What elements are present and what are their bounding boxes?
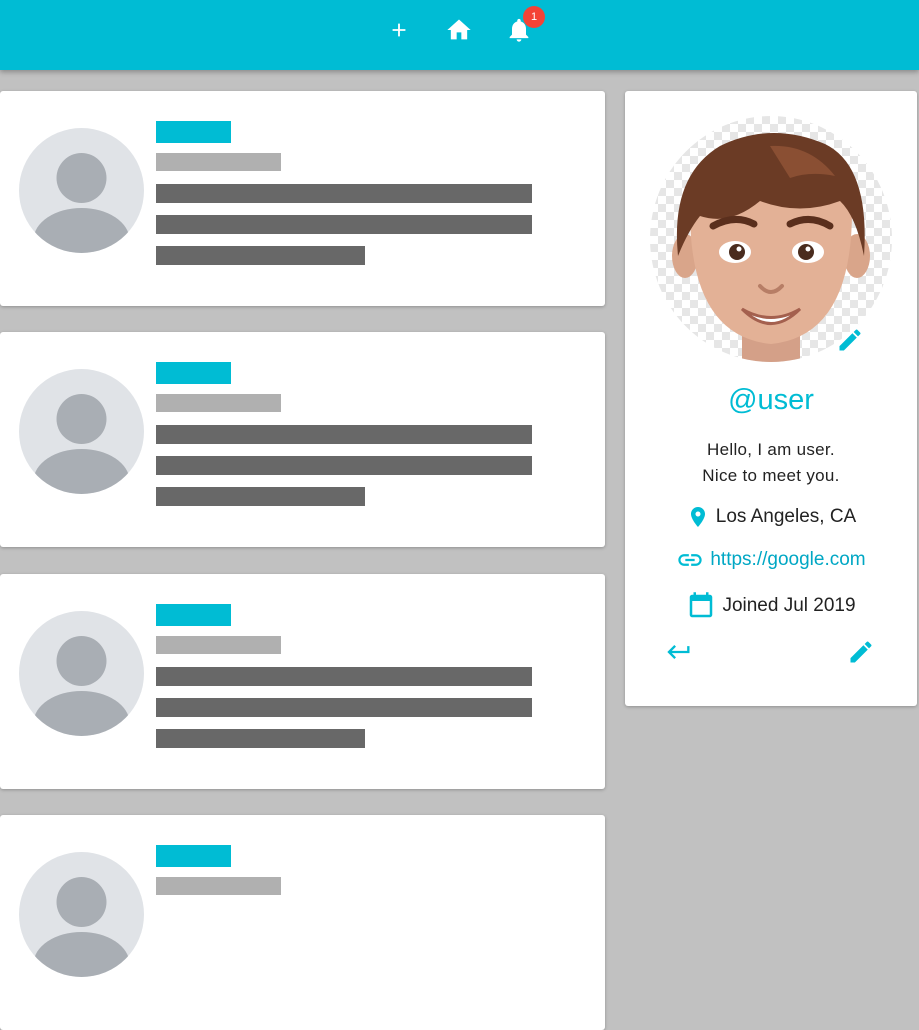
edit-picture-button[interactable] <box>836 326 864 359</box>
skeleton-text-line <box>156 729 365 748</box>
notification-badge: 1 <box>523 6 545 28</box>
profile-website: https://google.com <box>625 546 917 574</box>
location-pin-icon <box>690 507 705 527</box>
skeleton-text-line <box>156 667 532 686</box>
default-avatar-icon <box>33 153 130 253</box>
bio-line: Hello, I am user. <box>707 440 835 459</box>
logout-button[interactable] <box>665 638 693 671</box>
profile-handle[interactable]: @user <box>625 384 917 417</box>
skeleton-post-card <box>0 332 605 547</box>
default-avatar-icon <box>33 636 130 736</box>
return-icon <box>667 645 690 659</box>
skeleton-handle <box>156 845 231 867</box>
skeleton-date <box>156 877 281 895</box>
edit-icon <box>839 329 861 351</box>
skeleton-avatar <box>19 128 144 253</box>
skeleton-handle <box>156 121 231 143</box>
profile-bio: Hello, I am user. Nice to meet you. <box>625 437 917 489</box>
joined-text: Joined Jul 2019 <box>722 595 856 616</box>
profile-card: @user Hello, I am user. Nice to meet you… <box>625 91 917 706</box>
skeleton-post-card <box>0 91 605 306</box>
location-text: Los Angeles, CA <box>715 506 857 527</box>
home-icon <box>447 19 471 40</box>
skeleton-avatar <box>19 611 144 736</box>
skeleton-text-line <box>156 487 365 506</box>
skeleton-post-card <box>0 574 605 789</box>
add-icon <box>392 23 406 37</box>
profile-joined: Joined Jul 2019 <box>625 591 917 621</box>
skeleton-date <box>156 636 281 654</box>
skeleton-avatar <box>19 369 144 494</box>
website-link[interactable]: https://google.com <box>710 549 865 571</box>
skeleton-text-line <box>156 184 532 203</box>
skeleton-date <box>156 394 281 412</box>
default-avatar-icon <box>33 394 130 494</box>
home-button[interactable] <box>441 12 477 48</box>
skeleton-text-line <box>156 698 532 717</box>
skeleton-text-line <box>156 215 532 234</box>
skeleton-handle <box>156 604 231 626</box>
skeleton-text-line <box>156 456 532 475</box>
calendar-icon <box>690 592 713 618</box>
skeleton-text-line <box>156 246 365 265</box>
default-avatar-icon <box>33 877 130 977</box>
edit-icon <box>850 641 872 663</box>
skeleton-avatar <box>19 852 144 977</box>
edit-profile-button[interactable] <box>847 638 875 671</box>
add-post-button[interactable] <box>381 12 417 48</box>
skeleton-handle <box>156 362 231 384</box>
bio-line: Nice to meet you. <box>702 466 840 485</box>
skeleton-text-line <box>156 425 532 444</box>
link-icon <box>678 554 703 566</box>
app-bar: 1 <box>0 0 919 70</box>
skeleton-post-card <box>0 815 605 1030</box>
profile-avatar <box>650 116 892 362</box>
skeleton-date <box>156 153 281 171</box>
profile-location: Los Angeles, CA <box>625 504 917 530</box>
